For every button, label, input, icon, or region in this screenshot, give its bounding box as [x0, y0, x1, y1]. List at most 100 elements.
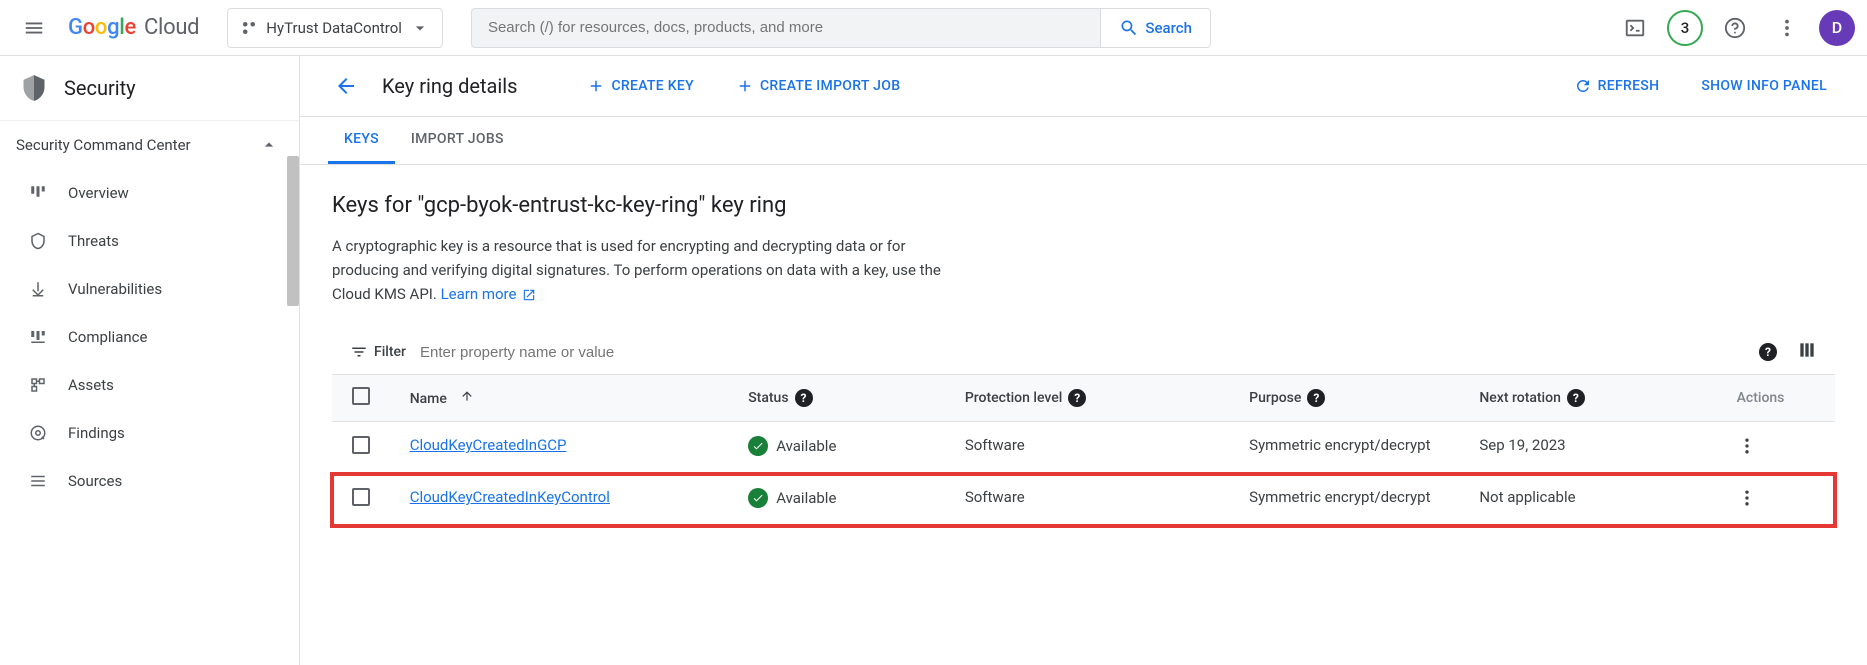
select-all-checkbox[interactable] — [352, 387, 370, 405]
status-cell: Available — [748, 436, 945, 456]
sidebar-item-label: Findings — [68, 424, 125, 442]
filter-icon — [350, 343, 368, 361]
scrollbar[interactable] — [287, 156, 299, 406]
logo-cloud-text: Cloud — [144, 15, 199, 40]
sidebar-section-label: Security Command Center — [16, 136, 191, 154]
search-button[interactable]: Search — [1100, 9, 1210, 47]
hamburger-menu-icon[interactable] — [12, 6, 56, 50]
row-more-actions-icon[interactable] — [1737, 436, 1757, 456]
help-icon[interactable]: ? — [795, 389, 813, 407]
overview-icon — [28, 183, 48, 203]
key-name-link[interactable]: CloudKeyCreatedInKeyControl — [410, 488, 610, 506]
status-ok-icon — [748, 488, 768, 508]
status-text: Available — [776, 489, 836, 507]
sidebar-item-threats[interactable]: Threats — [0, 217, 299, 265]
cloud-shell-icon[interactable] — [1615, 8, 1655, 48]
row-checkbox[interactable] — [352, 488, 370, 506]
rotation-cell: Not applicable — [1469, 474, 1726, 526]
sidebar-item-compliance[interactable]: Compliance — [0, 313, 299, 361]
keys-table: Name Status? Protection level? Purpose? … — [332, 375, 1835, 526]
sidebar: Security Security Command Center Overvie… — [0, 56, 300, 665]
page-title: Key ring details — [382, 74, 517, 98]
purpose-cell: Symmetric encrypt/decrypt — [1239, 474, 1469, 526]
threats-icon — [28, 231, 48, 251]
status-ok-icon — [748, 436, 768, 456]
avatar[interactable]: D — [1819, 10, 1855, 46]
findings-icon — [28, 423, 48, 443]
tab-keys[interactable]: KEYS — [328, 117, 395, 164]
tab-import-jobs[interactable]: IMPORT JOBS — [395, 117, 520, 164]
show-info-label: SHOW INFO PANEL — [1701, 78, 1827, 94]
external-link-icon — [522, 288, 536, 302]
row-more-actions-icon[interactable] — [1737, 488, 1757, 508]
columns-icon[interactable] — [1797, 340, 1817, 364]
project-picker[interactable]: HyTrust DataControl — [227, 8, 443, 48]
help-icon[interactable]: ? — [1307, 389, 1325, 407]
row-checkbox[interactable] — [352, 436, 370, 454]
project-icon — [240, 19, 258, 37]
table-header-row: Name Status? Protection level? Purpose? … — [332, 375, 1835, 422]
back-button[interactable] — [328, 68, 364, 104]
compliance-icon — [28, 327, 48, 347]
sidebar-item-assets[interactable]: Assets — [0, 361, 299, 409]
filter-help-icon[interactable]: ? — [1759, 343, 1777, 361]
main-layout: Security Security Command Center Overvie… — [0, 56, 1867, 665]
status-cell: Available — [748, 488, 945, 508]
table-row: CloudKeyCreatedInKeyControl Available So… — [332, 474, 1835, 526]
help-icon[interactable]: ? — [1068, 389, 1086, 407]
table-row: CloudKeyCreatedInGCP Available Software … — [332, 422, 1835, 475]
sidebar-section-header[interactable]: Security Command Center — [0, 120, 299, 169]
filter-label: Filter — [350, 343, 406, 361]
show-info-panel-button[interactable]: SHOW INFO PANEL — [1689, 70, 1839, 102]
top-bar: Google Cloud HyTrust DataControl Search … — [0, 0, 1867, 56]
sidebar-item-vulnerabilities[interactable]: Vulnerabilities — [0, 265, 299, 313]
sidebar-item-label: Threats — [68, 232, 119, 250]
create-import-job-label: CREATE IMPORT JOB — [760, 78, 900, 94]
description-text: A cryptographic key is a resource that i… — [332, 237, 941, 303]
col-name[interactable]: Name — [400, 375, 739, 422]
search-input[interactable] — [472, 19, 1100, 36]
shield-icon — [20, 74, 48, 102]
col-purpose[interactable]: Purpose? — [1239, 375, 1469, 422]
more-options-icon[interactable] — [1767, 8, 1807, 48]
topbar-actions: 3 D — [1615, 8, 1855, 48]
filter-input[interactable] — [420, 344, 1739, 361]
learn-more-link[interactable]: Learn more — [441, 285, 537, 303]
dropdown-icon — [410, 18, 430, 38]
trial-badge[interactable]: 3 — [1667, 10, 1703, 46]
sidebar-item-label: Compliance — [68, 328, 147, 346]
col-status[interactable]: Status? — [738, 375, 955, 422]
col-rotation[interactable]: Next rotation? — [1469, 375, 1726, 422]
sidebar-item-label: Vulnerabilities — [68, 280, 162, 298]
sidebar-title-label: Security — [64, 76, 136, 100]
avatar-letter: D — [1832, 18, 1842, 37]
status-text: Available — [776, 437, 836, 455]
filter-bar: Filter ? — [332, 330, 1835, 375]
heading: Keys for "gcp-byok-entrust-kc-key-ring" … — [332, 193, 1835, 218]
sidebar-item-label: Sources — [68, 472, 122, 490]
sidebar-item-sources[interactable]: Sources — [0, 457, 299, 505]
create-key-button[interactable]: CREATE KEY — [575, 69, 706, 103]
sidebar-title: Security — [0, 56, 299, 120]
project-name: HyTrust DataControl — [266, 19, 402, 37]
plus-icon — [736, 77, 754, 95]
help-icon[interactable] — [1715, 8, 1755, 48]
refresh-button[interactable]: REFRESH — [1562, 69, 1672, 103]
help-icon[interactable]: ? — [1567, 389, 1585, 407]
scrollbar-thumb[interactable] — [287, 156, 299, 306]
col-protection[interactable]: Protection level? — [955, 375, 1239, 422]
sidebar-item-overview[interactable]: Overview — [0, 169, 299, 217]
rotation-cell: Sep 19, 2023 — [1469, 422, 1726, 475]
sidebar-item-findings[interactable]: Findings — [0, 409, 299, 457]
google-cloud-logo[interactable]: Google Cloud — [68, 15, 199, 40]
search-icon — [1119, 18, 1139, 38]
search-button-label: Search — [1145, 19, 1192, 37]
content: Key ring details CREATE KEY CREATE IMPOR… — [300, 56, 1867, 665]
sidebar-item-label: Assets — [68, 376, 114, 394]
create-import-job-button[interactable]: CREATE IMPORT JOB — [724, 69, 912, 103]
key-name-link[interactable]: CloudKeyCreatedInGCP — [410, 436, 567, 454]
search-bar: Search — [471, 8, 1211, 48]
create-key-label: CREATE KEY — [611, 78, 694, 94]
back-arrow-icon — [334, 74, 358, 98]
purpose-cell: Symmetric encrypt/decrypt — [1239, 422, 1469, 475]
